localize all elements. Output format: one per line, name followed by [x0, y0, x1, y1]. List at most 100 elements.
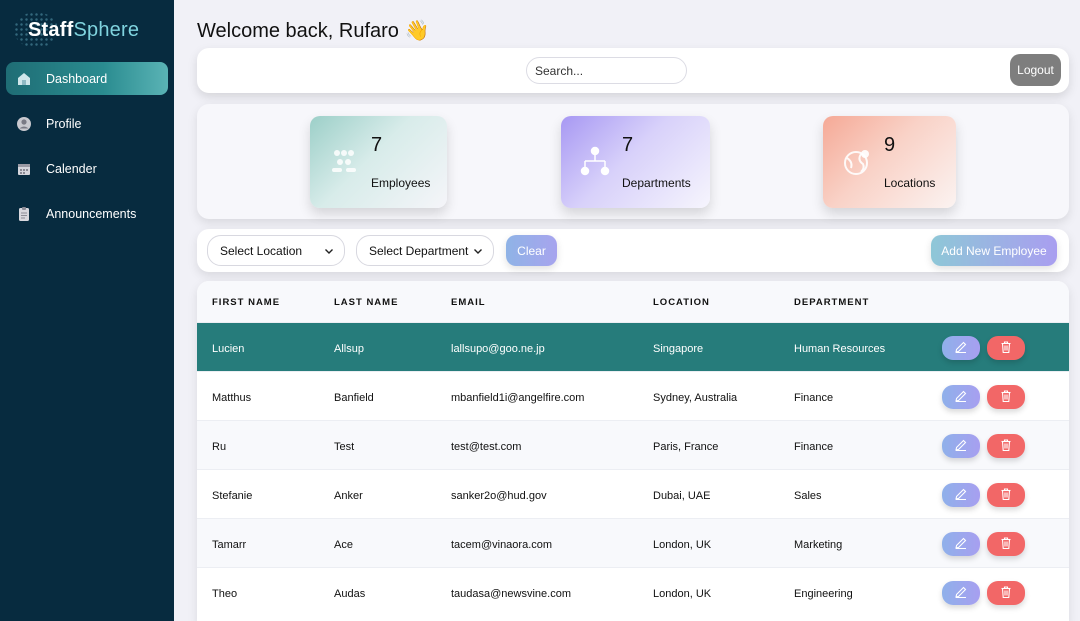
cell-first-name: Lucien [212, 343, 245, 355]
delete-button[interactable] [987, 385, 1025, 409]
brand-name: StaffSphere [14, 19, 139, 42]
trash-icon [999, 536, 1013, 553]
cell-first-name: Ru [212, 441, 227, 453]
pencil-icon [954, 438, 968, 455]
calendar-icon [16, 161, 32, 177]
delete-button[interactable] [987, 434, 1025, 458]
sidebar: StaffSphere Dashboard Profile Calender A… [0, 0, 174, 621]
cell-last-name: Allsup [334, 343, 364, 355]
sidebar-item-label: Calender [46, 161, 97, 176]
edit-button[interactable] [942, 336, 980, 360]
departments-count: 7 [622, 134, 634, 156]
departments-stat-card[interactable]: 7 Departments [561, 116, 710, 208]
delete-button[interactable] [987, 336, 1025, 360]
pencil-icon [954, 487, 968, 504]
table-row[interactable]: Ru Test test@test.com Paris, France Fina… [197, 420, 1069, 469]
cell-email: tacem@vinaora.com [451, 539, 553, 551]
add-employee-button[interactable]: Add New Employee [931, 235, 1057, 266]
cell-location: Singapore [653, 343, 704, 355]
sidebar-item-label: Announcements [46, 206, 137, 221]
sidebar-nav: Dashboard Profile Calender Announcements [6, 62, 168, 242]
cell-first-name: Stefanie [212, 490, 253, 502]
trash-icon [999, 487, 1013, 504]
trash-icon [999, 389, 1013, 406]
column-header-last-name[interactable]: LAST NAME [334, 297, 398, 308]
sidebar-item-profile[interactable]: Profile [6, 107, 168, 140]
sidebar-item-calender[interactable]: Calender [6, 152, 168, 185]
employees-count: 7 [371, 134, 383, 156]
cell-email: mbanfield1i@angelfire.com [451, 392, 585, 404]
clear-filters-button[interactable]: Clear [506, 235, 557, 266]
brand-logo[interactable]: StaffSphere [14, 12, 164, 48]
top-bar: Logout [197, 48, 1069, 93]
cell-first-name: Tamarr [212, 539, 247, 551]
delete-button[interactable] [987, 532, 1025, 556]
delete-button[interactable] [987, 581, 1025, 605]
edit-button[interactable] [942, 483, 980, 507]
sidebar-item-dashboard[interactable]: Dashboard [6, 62, 168, 95]
home-icon [16, 71, 32, 87]
edit-button[interactable] [942, 434, 980, 458]
brand-name-part1: Staff [28, 18, 74, 41]
location-select-value: Select Location [220, 243, 303, 258]
locations-stat-card[interactable]: 9 Locations [823, 116, 956, 208]
cell-department: Finance [794, 441, 834, 453]
pencil-icon [954, 536, 968, 553]
cell-department: Human Resources [794, 343, 886, 355]
column-header-email[interactable]: EMAIL [451, 297, 486, 308]
edit-button[interactable] [942, 581, 980, 605]
cell-email: taudasa@newsvine.com [451, 588, 572, 600]
cell-email: sanker2o@hud.gov [451, 490, 547, 502]
logout-button[interactable]: Logout [1010, 54, 1061, 86]
table-header: FIRST NAME LAST NAME EMAIL LOCATION DEPA… [197, 281, 1069, 322]
column-header-first-name[interactable]: FIRST NAME [212, 297, 280, 308]
table-row[interactable]: Matthus Banfield mbanfield1i@angelfire.c… [197, 371, 1069, 420]
pencil-icon [954, 585, 968, 602]
people-icon [328, 146, 360, 178]
cell-location: London, UK [653, 539, 712, 551]
table-row[interactable]: Tamarr Ace tacem@vinaora.com London, UK … [197, 518, 1069, 567]
column-header-department[interactable]: DEPARTMENT [794, 297, 869, 308]
brand-name-part2: Sphere [73, 18, 140, 41]
locations-count: 9 [884, 134, 896, 156]
search-input[interactable] [526, 57, 687, 84]
cell-location: Paris, France [653, 441, 719, 453]
column-header-location[interactable]: LOCATION [653, 297, 710, 308]
cell-last-name: Test [334, 441, 355, 453]
sidebar-item-label: Dashboard [46, 71, 108, 86]
cell-last-name: Ace [334, 539, 353, 551]
table-row[interactable]: Lucien Allsup lallsupo@goo.ne.jp Singapo… [197, 322, 1069, 371]
chevron-down-icon [324, 245, 334, 255]
sidebar-item-announcements[interactable]: Announcements [6, 197, 168, 230]
departments-label: Departments [622, 176, 691, 190]
cell-email: lallsupo@goo.ne.jp [451, 343, 545, 355]
pencil-icon [954, 389, 968, 406]
cell-department: Engineering [794, 588, 853, 600]
page-title: Welcome back, Rufaro 👋 [197, 20, 430, 42]
cell-first-name: Theo [212, 588, 238, 600]
cell-first-name: Matthus [212, 392, 252, 404]
chevron-down-icon [473, 245, 483, 255]
department-select[interactable]: Select Department [356, 235, 494, 266]
location-select[interactable]: Select Location [207, 235, 345, 266]
sidebar-item-label: Profile [46, 116, 82, 131]
cell-last-name: Audas [334, 588, 366, 600]
table-row[interactable]: Stefanie Anker sanker2o@hud.gov Dubai, U… [197, 469, 1069, 518]
trash-icon [999, 585, 1013, 602]
edit-button[interactable] [942, 385, 980, 409]
cell-location: Sydney, Australia [653, 392, 738, 404]
table-row[interactable]: Theo Audas taudasa@newsvine.com London, … [197, 567, 1069, 616]
globe-icon [841, 146, 873, 178]
department-select-value: Select Department [369, 243, 469, 258]
trash-icon [999, 340, 1013, 357]
delete-button[interactable] [987, 483, 1025, 507]
edit-button[interactable] [942, 532, 980, 556]
trash-icon [999, 438, 1013, 455]
cell-location: London, UK [653, 588, 712, 600]
employees-stat-card[interactable]: 7 Employees [310, 116, 447, 208]
cell-department: Finance [794, 392, 834, 404]
employee-table: FIRST NAME LAST NAME EMAIL LOCATION DEPA… [197, 281, 1069, 621]
cell-last-name: Banfield [334, 392, 374, 404]
pencil-icon [954, 340, 968, 357]
user-icon [16, 116, 32, 132]
